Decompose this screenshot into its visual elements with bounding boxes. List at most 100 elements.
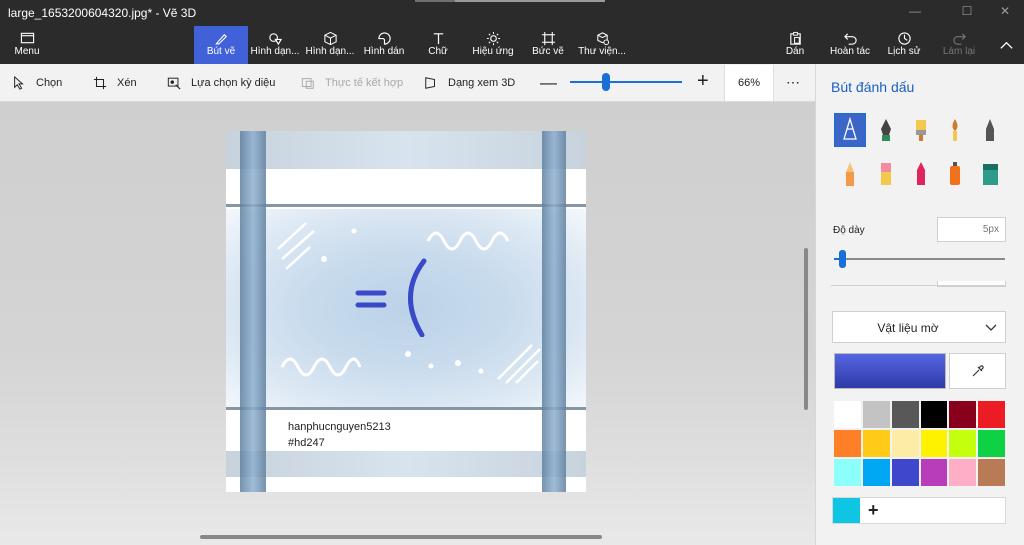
white-wave-bottom xyxy=(280,357,362,377)
zoom-slider-thumb[interactable] xyxy=(602,73,610,91)
crayon-brush[interactable] xyxy=(905,157,937,191)
palette-swatch[interactable] xyxy=(948,429,978,458)
zoom-in-button[interactable]: + xyxy=(697,70,709,93)
crop-tool[interactable]: Xén xyxy=(93,75,137,91)
tab-3d-library-label: Thư viện... xyxy=(578,46,626,57)
pixel-pen-brush[interactable] xyxy=(974,113,1006,147)
tab-stickers[interactable]: Hình dán xyxy=(360,26,408,64)
spray-can-icon xyxy=(950,162,960,185)
eraser-brush[interactable] xyxy=(870,157,902,191)
select-label: Chọn xyxy=(36,77,63,89)
maximize-button[interactable]: ☐ xyxy=(952,4,982,22)
tab-canvas[interactable]: Bức vẽ xyxy=(528,26,568,64)
panel-title: Bút đánh dấu xyxy=(831,79,915,95)
palette-swatch[interactable] xyxy=(833,400,862,429)
palette-swatch[interactable] xyxy=(861,458,891,487)
material-dropdown[interactable]: Vật liệu mờ xyxy=(832,311,1006,343)
tab-2d-shapes-label: Hình dạn... xyxy=(250,46,300,57)
thickness-label: Độ dày xyxy=(833,225,865,236)
menu-label: Menu xyxy=(14,46,40,57)
crayon-icon xyxy=(917,162,925,185)
drawing-canvas[interactable]: hanphucnguyen5213 #hd247 xyxy=(226,131,586,492)
mixed-reality-label: Thực tế kết hợp xyxy=(325,77,404,89)
thickness-input[interactable]: 5px xyxy=(937,217,1006,242)
more-options-button[interactable]: ⋯ xyxy=(786,74,800,91)
tab-3d-shapes-label: Hình dạn... xyxy=(305,46,355,57)
magic-select-tool[interactable]: Lựa chọn kỳ diệu xyxy=(167,75,275,91)
pencil-brush[interactable] xyxy=(834,157,866,191)
palette-swatch[interactable] xyxy=(977,429,1006,458)
undo-icon xyxy=(826,26,874,46)
tab-text[interactable]: Chữ xyxy=(420,26,456,64)
collapse-ribbon-button[interactable] xyxy=(994,26,1018,64)
pixel-pen-icon xyxy=(986,119,994,141)
palette-swatch[interactable] xyxy=(919,429,949,458)
horizontal-scrollbar[interactable] xyxy=(200,535,602,539)
add-color-button[interactable]: + xyxy=(868,500,879,521)
ribbon: Menu Bút vẽ Hình dạn... Hình dạn... Hình… xyxy=(0,26,1024,64)
palette-swatch[interactable] xyxy=(919,400,949,429)
eyedropper-button[interactable] xyxy=(949,353,1006,389)
eyedropper-icon xyxy=(972,365,984,377)
menu-button[interactable]: Menu xyxy=(6,26,48,64)
tab-effects-label: Hiệu ứng xyxy=(472,46,514,57)
palette-swatch[interactable] xyxy=(977,458,1006,487)
palette-swatch[interactable] xyxy=(833,429,862,458)
marker-brush[interactable] xyxy=(834,113,866,147)
vertical-scrollbar[interactable] xyxy=(804,248,808,410)
spray-can-brush[interactable] xyxy=(939,157,971,191)
custom-color-swatch[interactable] xyxy=(833,498,860,523)
calligraphy-pen-icon xyxy=(881,119,891,141)
mixed-reality-icon xyxy=(301,78,314,89)
zoom-percentage[interactable]: 66% xyxy=(724,65,774,101)
fill-brush[interactable] xyxy=(974,157,1006,191)
tab-brushes-label: Bút vẽ xyxy=(206,46,236,57)
tab-canvas-label: Bức vẽ xyxy=(532,46,564,57)
palette-swatch[interactable] xyxy=(919,458,949,487)
crop-icon xyxy=(93,76,107,90)
history-button[interactable]: Lịch sử xyxy=(884,26,924,64)
thickness-slider-thumb[interactable] xyxy=(839,250,846,268)
current-color-swatch[interactable] xyxy=(834,353,946,389)
palette-swatch[interactable] xyxy=(977,400,1006,429)
mixed-reality-tool[interactable]: Thực tế kết hợp xyxy=(301,75,403,91)
watercolor-brush[interactable] xyxy=(939,113,971,147)
zoom-slider[interactable] xyxy=(570,81,682,83)
palette-swatch[interactable] xyxy=(948,400,978,429)
title-accent-2 xyxy=(455,0,605,2)
palette-swatch[interactable] xyxy=(948,458,978,487)
palette-swatch[interactable] xyxy=(861,400,891,429)
palette-swatch[interactable] xyxy=(861,429,891,458)
canvas-username: hanphucnguyen5213 xyxy=(288,421,391,433)
3d-view-tool[interactable]: Dạng xem 3D xyxy=(424,75,515,91)
oil-brush[interactable] xyxy=(905,113,937,147)
close-button[interactable]: ✕ xyxy=(990,4,1020,22)
calligraphy-pen-brush[interactable] xyxy=(870,113,902,147)
undo-button[interactable]: Hoàn tác xyxy=(826,26,874,64)
tab-effects[interactable]: Hiệu ứng xyxy=(468,26,518,64)
thickness-slider[interactable] xyxy=(834,258,1005,260)
palette-swatch[interactable] xyxy=(890,429,920,458)
palette-swatch[interactable] xyxy=(890,458,920,487)
paste-icon xyxy=(780,26,810,46)
marker-icon xyxy=(843,117,857,140)
tab-2d-shapes[interactable]: Hình dạn... xyxy=(248,26,302,64)
opacity-input-clipped[interactable] xyxy=(937,281,1006,287)
palette-swatch[interactable] xyxy=(890,400,920,429)
tab-text-label: Chữ xyxy=(428,46,448,57)
tab-3d-shapes[interactable]: Hình dạn... xyxy=(302,26,358,64)
minimize-button[interactable]: — xyxy=(900,4,930,22)
palette-swatch[interactable] xyxy=(833,458,862,487)
equals-stroke xyxy=(355,290,387,308)
canvas-icon xyxy=(528,26,568,46)
paste-button[interactable]: Dán xyxy=(780,26,810,64)
tab-brushes[interactable]: Bút vẽ xyxy=(194,26,248,64)
toolbar: Chọn Xén Lựa chọn kỳ diệu Thực tế kết hợ… xyxy=(0,64,815,102)
zoom-out-button[interactable]: — xyxy=(540,73,557,93)
redo-button[interactable]: Làm lại xyxy=(938,26,980,64)
white-wave-top xyxy=(426,231,510,251)
tab-3d-library[interactable]: Thư viện... xyxy=(578,26,626,64)
select-tool[interactable]: Chọn xyxy=(12,75,62,91)
magic-select-icon xyxy=(167,77,181,90)
title-bar: large_1653200604320.jpg* - Vẽ 3D — ☐ ✕ xyxy=(0,0,1024,26)
